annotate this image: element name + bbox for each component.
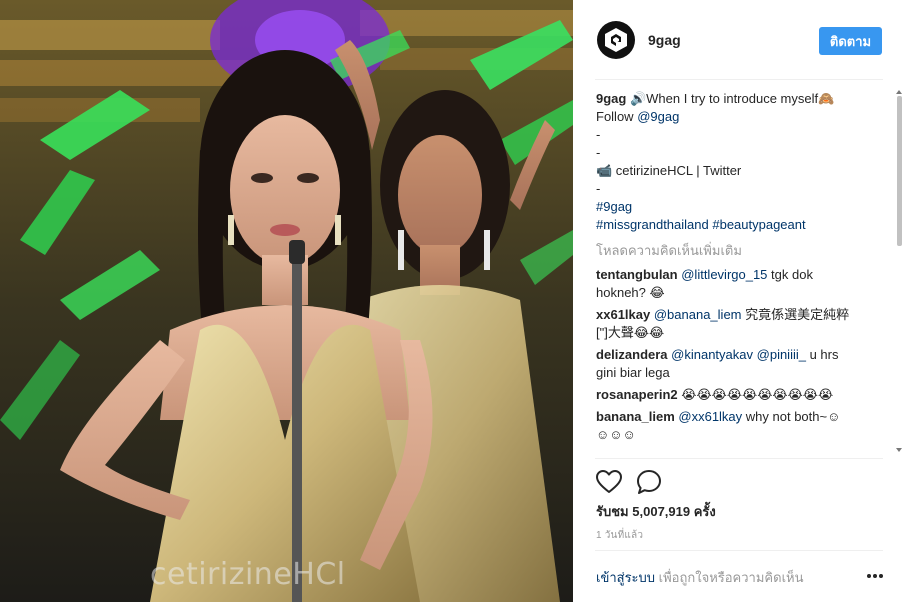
comment-mention[interactable]: @kinantyakav [671,347,753,362]
comment-text-cont: ☺☺☺ [596,427,636,442]
caption-hashtags-1: #9gag [596,198,883,216]
post-video[interactable]: cetirizineHCl [0,0,573,602]
comment-text-cont: gini biar lega [596,365,670,380]
header-username[interactable]: 9gag [648,32,681,48]
caption-line-1: 9gag 🔊When I try to introduce myself🙈 [596,90,883,108]
comment-mention-2[interactable]: @piniiii_ [757,347,806,362]
comment-mention[interactable]: @littlevirgo_15 [681,267,767,282]
follow-button[interactable]: ติดตาม [819,27,882,55]
comment-item: banana_liem @xx61lkay why not both~☺ ☺☺☺ [596,408,883,444]
post-actions [595,468,715,496]
caption-line-3: - [596,127,601,142]
video-frame [0,0,573,602]
ellipsis-icon[interactable] [865,569,885,583]
caption-line-2: Follow @9gag [596,108,883,126]
login-prompt-text: เพื่อถูกใจหรือความคิดเห็น [658,570,804,585]
9gag-logo-icon[interactable] [597,21,635,59]
comments-scrollbar[interactable] [895,90,903,456]
login-link[interactable]: เข้าสู่ระบบ [596,570,655,585]
comment-username[interactable]: banana_liem [596,409,675,424]
views-count: รับชม 5,007,919 ครั้ง [596,501,716,522]
load-more-comments[interactable]: โหลดความคิดเห็นเพิ่มเติม [596,242,883,260]
hashtag-beautypageant[interactable]: #beautypageant [712,217,805,232]
caption-line-4: - [596,145,601,160]
login-prompt: เข้าสู่ระบบ เพื่อถูกใจหรือความคิดเห็น [596,567,803,588]
comment-username[interactable]: rosanaperin2 [596,387,678,402]
post-timestamp[interactable]: 1 วันที่แล้ว [596,528,643,543]
comment-text-cont: ["]大聲😂😂 [596,325,665,340]
comment-mention[interactable]: @banana_liem [654,307,742,322]
comment-item: delizandera @kinantyakav @piniiii_ u hrs… [596,346,883,382]
hashtag-missgrandthailand[interactable]: #missgrandthailand [596,217,709,232]
video-watermark: cetirizineHCl [150,557,346,592]
comment-item: xx61lkay @banana_liem 究竟係選美定純粹 ["]大聲😂😂 [596,306,883,342]
actions-divider [595,458,883,459]
comment-text-cont: hokneh? 😂 [596,285,665,300]
post-header: 9gag ติดตาม [595,20,895,62]
header-divider [595,79,883,80]
comment-text: u hrs [805,347,839,362]
caption-follow-text: Follow [596,109,638,124]
login-divider [595,550,883,551]
comment-username[interactable]: xx61lkay [596,307,650,322]
comment-text: 😭😭😭😭😭😭😭😭😭😭 [677,387,834,402]
scrollbar-thumb[interactable] [897,96,902,246]
speech-bubble-icon[interactable] [635,468,663,496]
comment-username[interactable]: tentangbulan [596,267,678,282]
caption-line-6: - [596,181,601,196]
views-label: รับชม [596,504,629,519]
post-side-panel: 9gag ติดตาม 9gag 🔊When I try to introduc… [573,0,907,602]
heart-icon[interactable] [595,468,623,496]
hashtag-9gag[interactable]: #9gag [596,199,632,214]
comment-item: tentangbulan @littlevirgo_15 tgk dok hok… [596,266,883,302]
caption-text: 🔊When I try to introduce myself🙈 [629,91,835,106]
comment-text: 究竟係選美定純粹 [741,307,850,322]
views-unit: ครั้ง [693,504,716,519]
scroll-up-arrow-icon[interactable] [896,90,902,94]
comment-text: why not both~☺ [742,409,841,424]
caption-line-5: 📹 cetirizineHCL | Twitter [596,163,742,178]
caption-mention[interactable]: @9gag [637,109,679,124]
comment-mention[interactable]: @xx61lkay [678,409,742,424]
views-number: 5,007,919 [632,504,691,519]
comment-text: tgk dok [767,267,813,282]
caption-username[interactable]: 9gag [596,91,626,106]
scroll-down-arrow-icon[interactable] [896,448,902,452]
comment-username[interactable]: delizandera [596,347,668,362]
caption-hashtags-2: #missgrandthailand #beautypageant [596,216,883,234]
comment-item: rosanaperin2 😭😭😭😭😭😭😭😭😭😭 [596,386,883,404]
comments-list: 9gag 🔊When I try to introduce myself🙈 Fo… [596,90,883,450]
